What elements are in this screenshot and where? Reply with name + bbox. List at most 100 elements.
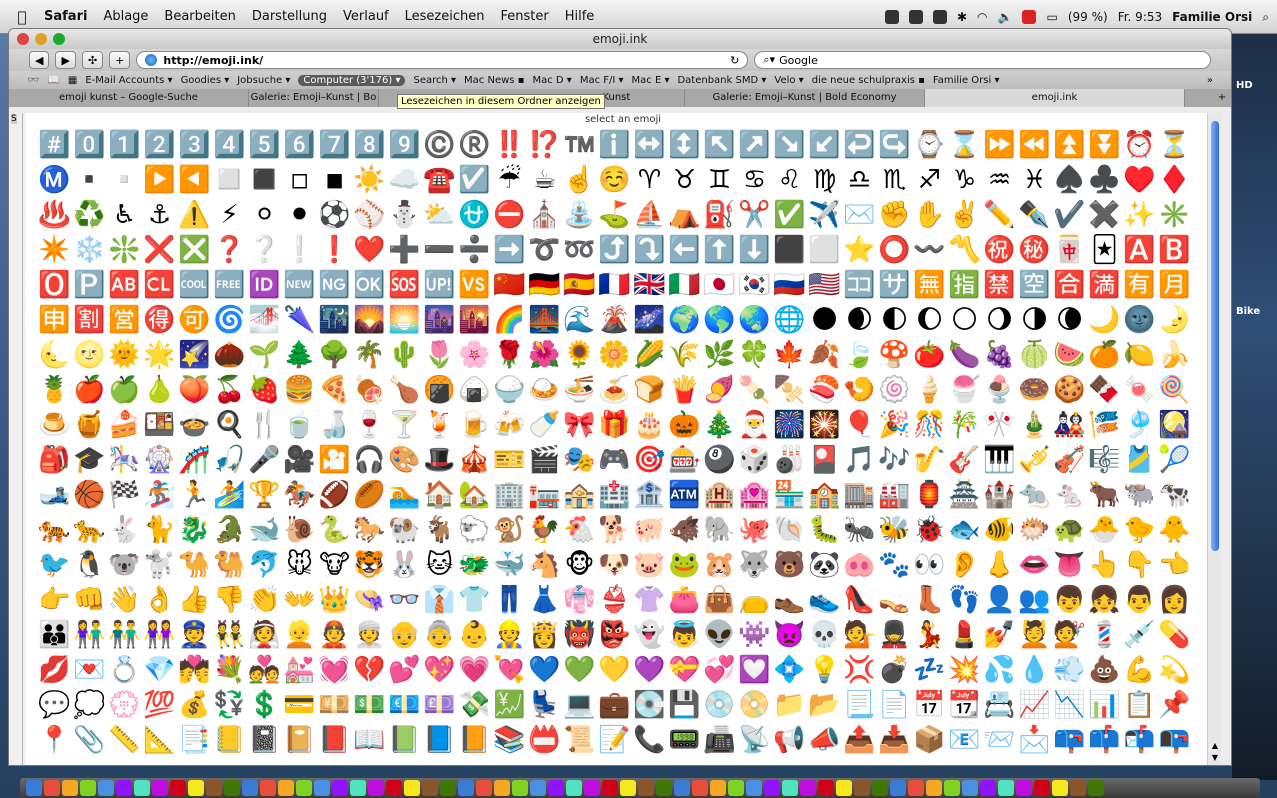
emoji-tile[interactable]: 🍪 xyxy=(1052,372,1087,407)
emoji-tile[interactable]: 🌹 xyxy=(492,337,527,372)
emoji-tile[interactable]: 🎵 xyxy=(842,442,877,477)
emoji-tile[interactable]: 💦 xyxy=(982,652,1017,687)
emoji-tile[interactable]: 📬 xyxy=(1122,722,1157,757)
emoji-tile[interactable]: 🐷 xyxy=(632,547,667,582)
scroll-down-icon[interactable]: ▼ xyxy=(1210,753,1220,763)
menu-bearbeiten[interactable]: Bearbeiten xyxy=(156,9,243,24)
emoji-tile[interactable]: 🍂 xyxy=(807,337,842,372)
emoji-tile[interactable]: ◻️ xyxy=(212,162,247,197)
emoji-tile[interactable]: 7️⃣ xyxy=(317,127,352,162)
emoji-tile[interactable]: 🍕 xyxy=(317,372,352,407)
dock-app-icon[interactable] xyxy=(188,780,204,796)
emoji-tile[interactable]: ♏ xyxy=(877,162,912,197)
emoji-tile[interactable]: 🎭 xyxy=(562,442,597,477)
emoji-tile[interactable]: 🐸 xyxy=(667,547,702,582)
menu-lesezeichen[interactable]: Lesezeichen xyxy=(397,9,493,24)
dock-app-icon[interactable] xyxy=(548,780,564,796)
emoji-tile[interactable]: 🐦 xyxy=(37,547,72,582)
emoji-tile[interactable]: 👃 xyxy=(982,547,1017,582)
emoji-tile[interactable]: 🌓 xyxy=(877,302,912,337)
menu-hilfe[interactable]: Hilfe xyxy=(557,9,603,24)
vertical-scrollbar[interactable]: ▲ ▼ xyxy=(1207,113,1221,765)
emoji-tile[interactable]: 👿 xyxy=(772,617,807,652)
dock-app-icon[interactable] xyxy=(278,780,294,796)
emoji-tile[interactable]: 🎍 xyxy=(1017,407,1052,442)
emoji-tile[interactable]: ⏩ xyxy=(982,127,1017,162)
dock-app-icon[interactable] xyxy=(998,780,1014,796)
dock-app-icon[interactable] xyxy=(314,780,330,796)
emoji-tile[interactable]: ♥️ xyxy=(1122,162,1157,197)
emoji-tile[interactable]: 💇 xyxy=(1052,617,1087,652)
dock-app-icon[interactable] xyxy=(512,780,528,796)
emoji-tile[interactable]: 💻 xyxy=(562,687,597,722)
emoji-tile[interactable]: 📁 xyxy=(772,687,807,722)
emoji-tile[interactable]: ♠️ xyxy=(1052,162,1087,197)
emoji-tile[interactable]: ➗ xyxy=(457,232,492,267)
dock-app-icon[interactable] xyxy=(962,780,978,796)
dock-app-icon[interactable] xyxy=(620,780,636,796)
emoji-tile[interactable]: ⛵ xyxy=(632,197,667,232)
emoji-tile[interactable]: 🎢 xyxy=(177,442,212,477)
emoji-tile[interactable]: 👼 xyxy=(667,617,702,652)
emoji-tile[interactable]: 🌙 xyxy=(1087,302,1122,337)
side-tab-stub[interactable]: S xyxy=(11,114,17,124)
emoji-tile[interactable]: 👩 xyxy=(1157,582,1192,617)
emoji-tile[interactable]: 🌰 xyxy=(212,337,247,372)
emoji-tile[interactable]: ⁉️ xyxy=(527,127,562,162)
emoji-tile[interactable]: ▶️ xyxy=(142,162,177,197)
emoji-tile[interactable]: 🏂 xyxy=(142,477,177,512)
emoji-tile[interactable]: 🌞 xyxy=(107,337,142,372)
bookmarklet-button[interactable]: ✣ xyxy=(81,51,104,69)
emoji-tile[interactable]: 📫 xyxy=(1087,722,1122,757)
emoji-tile[interactable]: 📏 xyxy=(107,722,142,757)
emoji-tile[interactable]: 🌷 xyxy=(422,337,457,372)
emoji-tile[interactable]: 🐆 xyxy=(72,512,107,547)
emoji-tile[interactable]: 👹 xyxy=(562,617,597,652)
emoji-tile[interactable]: 💯 xyxy=(142,687,177,722)
emoji-tile[interactable]: 🆙 xyxy=(422,267,457,302)
emoji-tile[interactable]: 🎽 xyxy=(1122,442,1157,477)
emoji-tile[interactable]: 🅰️ xyxy=(1122,232,1157,267)
emoji-tile[interactable]: 👰 xyxy=(247,617,282,652)
emoji-tile[interactable]: 🍹 xyxy=(422,407,457,442)
emoji-tile[interactable]: ♋ xyxy=(737,162,772,197)
emoji-tile[interactable]: 🐝 xyxy=(877,512,912,547)
emoji-tile[interactable]: 🈸 xyxy=(37,302,72,337)
dock-app-icon[interactable] xyxy=(710,780,726,796)
emoji-tile[interactable]: 🇷🇺 xyxy=(772,267,807,302)
emoji-tile[interactable]: 5️⃣ xyxy=(247,127,282,162)
emoji-tile[interactable]: ❄️ xyxy=(72,232,107,267)
emoji-tile[interactable]: 💑 xyxy=(247,652,282,687)
emoji-tile[interactable]: ☁️ xyxy=(387,162,422,197)
emoji-tile[interactable]: 👍 xyxy=(177,582,212,617)
emoji-tile[interactable]: 🆑 xyxy=(142,267,177,302)
emoji-tile[interactable]: 💵 xyxy=(352,687,387,722)
emoji-tile[interactable]: 🎒 xyxy=(37,442,72,477)
emoji-tile[interactable]: ⛲ xyxy=(562,197,597,232)
emoji-tile[interactable]: 🐅 xyxy=(37,512,72,547)
emoji-tile[interactable]: 🆎 xyxy=(107,267,142,302)
emoji-tile[interactable]: 🆓 xyxy=(212,267,247,302)
emoji-tile[interactable]: ®️ xyxy=(457,127,492,162)
emoji-tile[interactable]: 🍑 xyxy=(177,372,212,407)
emoji-tile[interactable]: 💸 xyxy=(457,687,492,722)
bookmark-mac-e[interactable]: Mac E ▾ xyxy=(632,75,670,86)
emoji-tile[interactable]: 🐂 xyxy=(1087,477,1122,512)
emoji-tile[interactable]: 📜 xyxy=(562,722,597,757)
emoji-tile[interactable]: 🉑 xyxy=(177,302,212,337)
emoji-tile[interactable]: 🐡 xyxy=(1017,512,1052,547)
emoji-tile[interactable]: 🎮 xyxy=(597,442,632,477)
emoji-tile[interactable]: 🐯 xyxy=(352,547,387,582)
emoji-tile[interactable]: 🎇 xyxy=(807,407,842,442)
emoji-tile[interactable]: 🐌 xyxy=(282,512,317,547)
emoji-tile[interactable]: 📎 xyxy=(72,722,107,757)
emoji-tile[interactable]: 💎 xyxy=(142,652,177,687)
emoji-tile[interactable]: ⏰ xyxy=(1122,127,1157,162)
emoji-tile[interactable]: ✳️ xyxy=(1157,197,1192,232)
dock-app-icon[interactable] xyxy=(242,780,258,796)
emoji-tile[interactable]: 📚 xyxy=(492,722,527,757)
emoji-tile[interactable]: 👑 xyxy=(317,582,352,617)
emoji-tile[interactable]: 🐰 xyxy=(387,547,422,582)
emoji-tile[interactable]: 👭 xyxy=(142,617,177,652)
emoji-tile[interactable]: 👛 xyxy=(667,582,702,617)
